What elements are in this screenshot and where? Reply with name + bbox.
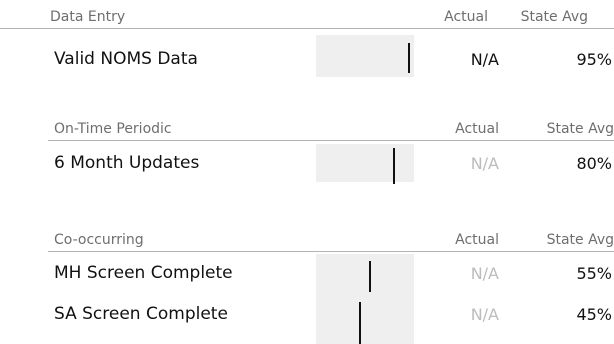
metric-bar xyxy=(316,292,414,344)
state-avg-value: 45% xyxy=(576,305,612,324)
state-avg-value: 95% xyxy=(576,50,612,69)
state-avg-column-header: State Avg xyxy=(546,121,614,137)
actual-value: N/A xyxy=(470,50,499,69)
metric-label: Valid NOMS Data xyxy=(54,49,198,69)
metric-bar xyxy=(316,254,414,297)
actual-column-header: Actual xyxy=(455,232,499,248)
state-avg-value: 55% xyxy=(576,264,612,283)
metric-bar xyxy=(316,144,414,184)
metric-row: SA Screen Complete N/A 45% xyxy=(0,292,614,344)
state-avg-marker xyxy=(408,43,410,73)
actual-value: N/A xyxy=(470,305,499,324)
section-header: Data Entry Actual State Avg xyxy=(0,4,614,29)
metric-bar xyxy=(316,35,414,77)
header-divider xyxy=(0,28,614,29)
section-title: Co-occurring xyxy=(54,232,144,248)
metric-row: MH Screen Complete N/A 55% xyxy=(0,254,614,297)
metric-label: 6 Month Updates xyxy=(54,153,200,173)
state-avg-column-header: State Avg xyxy=(546,232,614,248)
actual-column-header: Actual xyxy=(455,121,499,137)
section-data-entry: Data Entry Actual State Avg Valid NOMS D… xyxy=(0,4,614,84)
metric-label: SA Screen Complete xyxy=(54,304,228,324)
section-on-time-periodic: On-Time Periodic Actual State Avg 6 Mont… xyxy=(0,116,614,196)
state-avg-marker xyxy=(393,148,395,184)
header-divider xyxy=(48,140,614,141)
actual-value: N/A xyxy=(470,264,499,283)
metric-label: MH Screen Complete xyxy=(54,263,233,283)
state-avg-value: 80% xyxy=(576,154,612,173)
section-header: On-Time Periodic Actual State Avg xyxy=(0,116,614,141)
section-co-occurring: Co-occurring Actual State Avg MH Screen … xyxy=(0,227,614,344)
state-avg-marker xyxy=(359,302,361,344)
actual-value: N/A xyxy=(470,154,499,173)
state-avg-column-header: State Avg xyxy=(520,9,588,25)
metric-row: 6 Month Updates N/A 80% xyxy=(0,144,614,184)
metric-row: Valid NOMS Data N/A 95% xyxy=(0,35,614,79)
section-title: Data Entry xyxy=(50,9,126,25)
actual-column-header: Actual xyxy=(444,9,488,25)
section-title: On-Time Periodic xyxy=(54,121,172,137)
section-header: Co-occurring Actual State Avg xyxy=(0,227,614,252)
header-divider xyxy=(48,251,614,252)
